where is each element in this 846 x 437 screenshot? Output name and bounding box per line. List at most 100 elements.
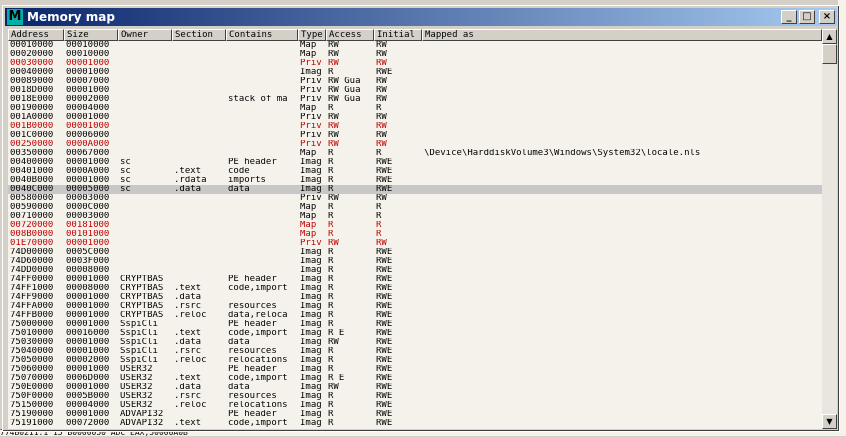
table-row[interactable]: 75030000 00001000 SspiCli .data data Imag RW RW…	[8, 338, 822, 347]
cell-initial: RWE	[376, 284, 393, 293]
cell-initial: RWE	[376, 320, 393, 329]
table-row[interactable]: 74FFB000 00001000 CRYPTBAS .reloc data,reloc…	[8, 311, 822, 320]
table-row[interactable]: 00030000 00001000 Priv RW RW	[8, 59, 822, 68]
cell-address: 0018D000	[10, 86, 54, 95]
cell-initial: RWE	[376, 158, 393, 167]
cell-initial: RW	[376, 131, 387, 140]
header-size[interactable]: Size	[64, 29, 118, 41]
header-type[interactable]: Type	[298, 29, 326, 41]
table-row[interactable]: 00720000 00181000 Map R R	[8, 221, 822, 230]
table-row[interactable]: 75000000 00001000 SspiCli PE header Imag R RWE	[8, 320, 822, 329]
table-row[interactable]: 75010000 00016000 SspiCli .text code,import I…	[8, 329, 822, 338]
cell-address: 74FF0000	[10, 275, 54, 284]
header-access[interactable]: Access	[326, 29, 374, 41]
table-row[interactable]: 75191000 00072000 ADVAPI32 .text code,import…	[8, 419, 822, 428]
cell-initial: R	[376, 149, 382, 158]
cell-size: 00001000	[66, 113, 110, 122]
cell-address: 74D60000	[10, 257, 54, 266]
header-mapped-as[interactable]: Mapped as	[422, 29, 822, 41]
cell-size: 00010000	[66, 41, 110, 50]
table-row[interactable]: 001B0000 00001000 Priv RW RW	[8, 122, 822, 131]
header-address[interactable]: Address	[8, 29, 64, 41]
cell-type: Imag	[300, 329, 322, 338]
table-row[interactable]: 75060000 00001000 USER32 PE header Imag R RWE	[8, 365, 822, 374]
cell-contains: code	[228, 167, 250, 176]
table-row[interactable]: 74D60000 0003F000 Imag R RWE	[8, 257, 822, 266]
header-owner[interactable]: Owner	[118, 29, 172, 41]
table-row[interactable]: 750F0000 0005B000 USER32 .rsrc resources Imag…	[8, 392, 822, 401]
table-row[interactable]: 00040000 00001000 Imag R RWE	[8, 68, 822, 77]
cell-access: RW	[328, 338, 339, 347]
table-row[interactable]: 00089000 00007000 Priv RW Gua RW	[8, 77, 822, 86]
title-bar[interactable]: M Memory map _ □ ×	[5, 8, 837, 26]
cell-size: 00181000	[66, 221, 110, 230]
table-row[interactable]: 00580000 00003000 Priv RW RW	[8, 194, 822, 203]
table-row[interactable]: 75050000 00002000 SspiCli .reloc relocations…	[8, 356, 822, 365]
cell-initial: RWE	[376, 176, 393, 185]
table-row[interactable]: 0040B000 00001000 sc .rdata imports Imag R RWE	[8, 176, 822, 185]
vertical-scrollbar[interactable]: ▲ ▼	[822, 29, 837, 429]
memory-map-list[interactable]: 00010000 00010000 Map RW RW 00020000 00010000 M…	[8, 41, 822, 429]
cell-initial: RWE	[376, 293, 393, 302]
cell-type: Priv	[300, 131, 322, 140]
table-row[interactable]: 00250000 0000A000 Priv RW RW	[8, 140, 822, 149]
table-row[interactable]: 75190000 00001000 ADVAPI32 PE header Imag R RW…	[8, 410, 822, 419]
table-row[interactable]: 75150000 00004000 USER32 .reloc relocations I…	[8, 401, 822, 410]
table-row[interactable]: 74D00000 0005C000 Imag R RWE	[8, 248, 822, 257]
scroll-thumb[interactable]	[822, 44, 837, 64]
table-row[interactable]: 0018E000 00002000 stack of ma Priv RW Gua RW	[8, 95, 822, 104]
cell-address: 00030000	[10, 59, 54, 68]
scroll-up-button[interactable]: ▲	[822, 29, 837, 44]
table-row[interactable]: 0018D000 00001000 Priv RW Gua RW	[8, 86, 822, 95]
table-row[interactable]: 74FF9000 00001000 CRYPTBAS .data Imag R RWE	[8, 293, 822, 302]
cell-address: 75040000	[10, 347, 54, 356]
header-contains[interactable]: Contains	[226, 29, 298, 41]
cell-access: R	[328, 419, 334, 428]
table-row[interactable]: 00401000 0000A000 sc .text code Imag R RWE	[8, 167, 822, 176]
table-row[interactable]: 008B0000 00101000 Map R R	[8, 230, 822, 239]
cell-access: R	[328, 248, 334, 257]
table-row[interactable]: 74DD0000 00008000 Imag R RWE	[8, 266, 822, 275]
table-row[interactable]: 00350000 00067000 Map R R \Device\HarddiskVol…	[8, 149, 822, 158]
cell-address: 00089000	[10, 77, 54, 86]
cell-initial: RW	[376, 59, 387, 68]
cell-section: .rsrc	[174, 347, 202, 356]
table-row[interactable]: 00400000 00001000 sc PE header Imag R RWE	[8, 158, 822, 167]
cell-address: 74D00000	[10, 248, 54, 257]
table-row[interactable]: 00020000 00010000 Map RW RW	[8, 50, 822, 59]
close-button[interactable]: ×	[819, 10, 835, 24]
table-row[interactable]: 750E0000 00001000 USER32 .data data Imag RW RWE	[8, 383, 822, 392]
cell-initial: R	[376, 221, 382, 230]
table-row[interactable]: 75070000 0006D000 USER32 .text code,import Im…	[8, 374, 822, 383]
cell-contains: relocations	[228, 401, 288, 410]
cell-contains: code,import	[228, 329, 288, 338]
table-row[interactable]: 75040000 00001000 SspiCli .rsrc resources Ima…	[8, 347, 822, 356]
cell-contains: code,import	[228, 419, 288, 428]
table-row[interactable]: 74FFA000 00001000 CRYPTBAS .rsrc resources Im…	[8, 302, 822, 311]
cell-initial: RWE	[376, 68, 393, 77]
header-initial[interactable]: Initial	[374, 29, 422, 41]
cell-size: 00001000	[66, 383, 110, 392]
table-row[interactable]: 0040C000 00005000 sc .data data Imag R RWE	[8, 185, 822, 194]
table-row[interactable]: 001A0000 00001000 Priv RW RW	[8, 113, 822, 122]
table-row[interactable]: 74FF0000 00001000 CRYPTBAS PE header Imag R RW…	[8, 275, 822, 284]
cell-owner: SspiCli	[120, 338, 158, 347]
table-row[interactable]: 00190000 00004000 Map R R	[8, 104, 822, 113]
cell-owner: USER32	[120, 365, 153, 374]
table-row[interactable]: 00010000 00010000 Map RW RW	[8, 41, 822, 50]
cell-mapped-as: \Device\HarddiskVolume3\Windows\System32…	[424, 149, 701, 158]
cell-contains: resources	[228, 392, 277, 401]
table-row[interactable]: 001C0000 00006000 Priv RW RW	[8, 131, 822, 140]
table-row[interactable]: 00710000 00003000 Map R R	[8, 212, 822, 221]
table-row[interactable]: 01E70000 00001000 Priv RW RW	[8, 239, 822, 248]
table-row[interactable]: 74FF1000 00008000 CRYPTBAS .text code,import…	[8, 284, 822, 293]
minimize-button[interactable]: _	[781, 10, 797, 24]
table-row[interactable]: 00590000 0000C000 Map R R	[8, 203, 822, 212]
cell-initial: R	[376, 104, 382, 113]
header-section[interactable]: Section	[172, 29, 226, 41]
scroll-down-button[interactable]: ▼	[822, 414, 837, 429]
maximize-button[interactable]: □	[799, 10, 815, 24]
cell-access: R	[328, 68, 334, 77]
cell-access: R	[328, 320, 334, 329]
cell-type: Priv	[300, 77, 322, 86]
